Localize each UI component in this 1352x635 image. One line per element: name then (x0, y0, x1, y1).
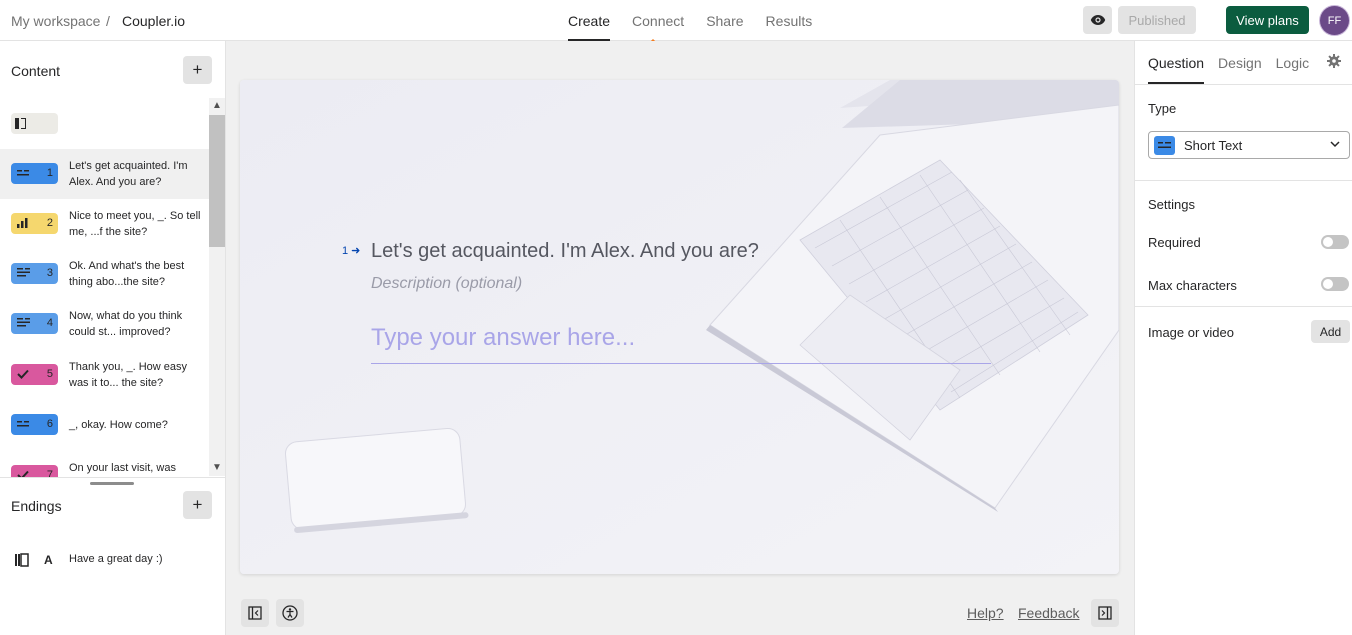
scroll-down-icon[interactable]: ▼ (212, 462, 222, 473)
main-nav-tabs: Create Connect Share Results (568, 0, 812, 41)
question-badge: 1 (11, 163, 58, 184)
section-divider (0, 477, 226, 478)
feedback-link[interactable]: Feedback (1018, 605, 1079, 621)
question-badge: 3 (11, 263, 58, 284)
opinion-scale-icon (17, 218, 29, 231)
published-button[interactable]: Published (1118, 6, 1196, 34)
divider (1135, 306, 1352, 307)
type-label: Type (1148, 101, 1177, 116)
divider (1135, 180, 1352, 181)
long-text-icon (17, 318, 30, 330)
preview-button[interactable] (1083, 6, 1112, 34)
max-characters-toggle[interactable] (1321, 277, 1349, 291)
question-item-6[interactable]: 6 _, okay. How come? (0, 399, 209, 449)
eye-icon (1090, 15, 1105, 25)
tab-create[interactable]: Create (568, 0, 611, 41)
add-media-button[interactable]: Add (1311, 320, 1350, 343)
top-bar: My workspace / Coupler.io Create Connect… (0, 0, 1352, 41)
image-or-video-label: Image or video (1148, 325, 1234, 340)
question-badge: 4 (11, 313, 58, 334)
question-item-4[interactable]: 4 Now, what do you think could st... imp… (0, 299, 209, 349)
question-badge: 7 (11, 465, 58, 477)
tab-logic[interactable]: Logic (1276, 41, 1309, 84)
breadcrumb-form-name[interactable]: Coupler.io (122, 13, 185, 29)
question-preview-card[interactable]: 1 ➜ Let's get acquainted. I'm Alex. And … (240, 80, 1119, 574)
scrollbar-thumb[interactable] (209, 115, 225, 247)
question-type-select[interactable]: Short Text (1148, 131, 1350, 159)
check-icon (17, 369, 29, 382)
tab-question[interactable]: Question (1148, 41, 1205, 84)
question-badge: 2 (11, 213, 58, 234)
question-list: 1 Let's get acquainted. I'm Alex. And yo… (0, 149, 209, 477)
collapse-right-panel-button[interactable] (1091, 599, 1119, 627)
question-text: _, okay. How come? (69, 419, 168, 431)
add-ending-button[interactable]: + (183, 491, 212, 519)
content-title: Content (11, 63, 61, 79)
answer-input[interactable]: Type your answer here... (371, 324, 991, 364)
add-question-button[interactable]: + (183, 56, 212, 84)
right-panel: Question Design Logic Type Short Text Se… (1134, 41, 1352, 635)
welcome-screen-item[interactable] (11, 113, 58, 134)
question-item-5[interactable]: 5 Thank you, _. How easy was it to... th… (0, 349, 209, 399)
max-characters-label: Max characters (1148, 278, 1237, 293)
resize-handle[interactable] (90, 482, 134, 485)
settings-tabs: Question Design Logic (1148, 41, 1309, 84)
question-item-1[interactable]: 1 Let's get acquainted. I'm Alex. And yo… (0, 149, 209, 199)
question-text: Thank you, _. How easy was it to... the … (69, 361, 188, 389)
question-number: 1 ➜ (342, 245, 361, 257)
tab-results[interactable]: Results (766, 0, 813, 41)
question-text: Ok. And what's the best thing abo...the … (69, 260, 185, 288)
help-link[interactable]: Help? (967, 605, 1004, 621)
question-item-7[interactable]: 7 On your last visit, was (0, 449, 209, 477)
welcome-screen-icon (15, 118, 19, 129)
question-badge: 5 (11, 364, 58, 385)
question-text: Nice to meet you, _. So tell me, ...f th… (69, 210, 201, 238)
tab-connect[interactable]: Connect (632, 0, 684, 41)
required-label: Required (1148, 235, 1201, 250)
endings-title: Endings (11, 498, 62, 514)
settings-label: Settings (1148, 197, 1195, 212)
question-text: Now, what do you think could st... impro… (69, 310, 183, 338)
required-toggle[interactable] (1321, 235, 1349, 249)
accessibility-icon (282, 605, 298, 621)
chevron-down-icon (1330, 141, 1340, 148)
breadcrumb-workspace[interactable]: My workspace (11, 13, 100, 29)
collapse-left-panel-button[interactable] (241, 599, 269, 627)
form-canvas: 1 ➜ Let's get acquainted. I'm Alex. And … (226, 41, 1134, 635)
short-text-icon (1154, 136, 1175, 155)
tab-share[interactable]: Share (706, 0, 743, 41)
short-text-icon (17, 419, 29, 431)
gear-icon[interactable] (1327, 54, 1341, 68)
check-icon (17, 470, 29, 477)
left-sidebar: Content + 1 Let's get acquainted. I'm Al… (0, 41, 226, 635)
breadcrumb-separator: / (106, 13, 110, 29)
question-item-3[interactable]: 3 Ok. And what's the best thing abo...th… (0, 249, 209, 299)
tab-design[interactable]: Design (1218, 41, 1262, 84)
panel-right-icon (1098, 606, 1112, 620)
view-plans-button[interactable]: View plans (1226, 6, 1309, 34)
panel-left-icon (248, 606, 262, 620)
accessibility-button[interactable] (276, 599, 304, 627)
question-description-field[interactable]: Description (optional) (371, 275, 522, 293)
long-text-icon (17, 268, 30, 280)
question-badge: 6 (11, 414, 58, 435)
avatar[interactable]: FF (1320, 6, 1349, 35)
scroll-up-icon[interactable]: ▲ (212, 100, 222, 111)
divider (1135, 84, 1352, 85)
question-title[interactable]: Let's get acquainted. I'm Alex. And you … (371, 240, 759, 263)
question-type-value: Short Text (1184, 138, 1243, 153)
question-item-2[interactable]: 2 Nice to meet you, _. So tell me, ...f … (0, 199, 209, 249)
ending-item[interactable]: A (11, 550, 58, 571)
question-text: Let's get acquainted. I'm Alex. And you … (69, 160, 188, 188)
question-text: On your last visit, was (69, 462, 176, 474)
short-text-icon (17, 168, 29, 180)
ending-icon (15, 553, 29, 570)
ending-text[interactable]: Have a great day :) (69, 553, 163, 565)
